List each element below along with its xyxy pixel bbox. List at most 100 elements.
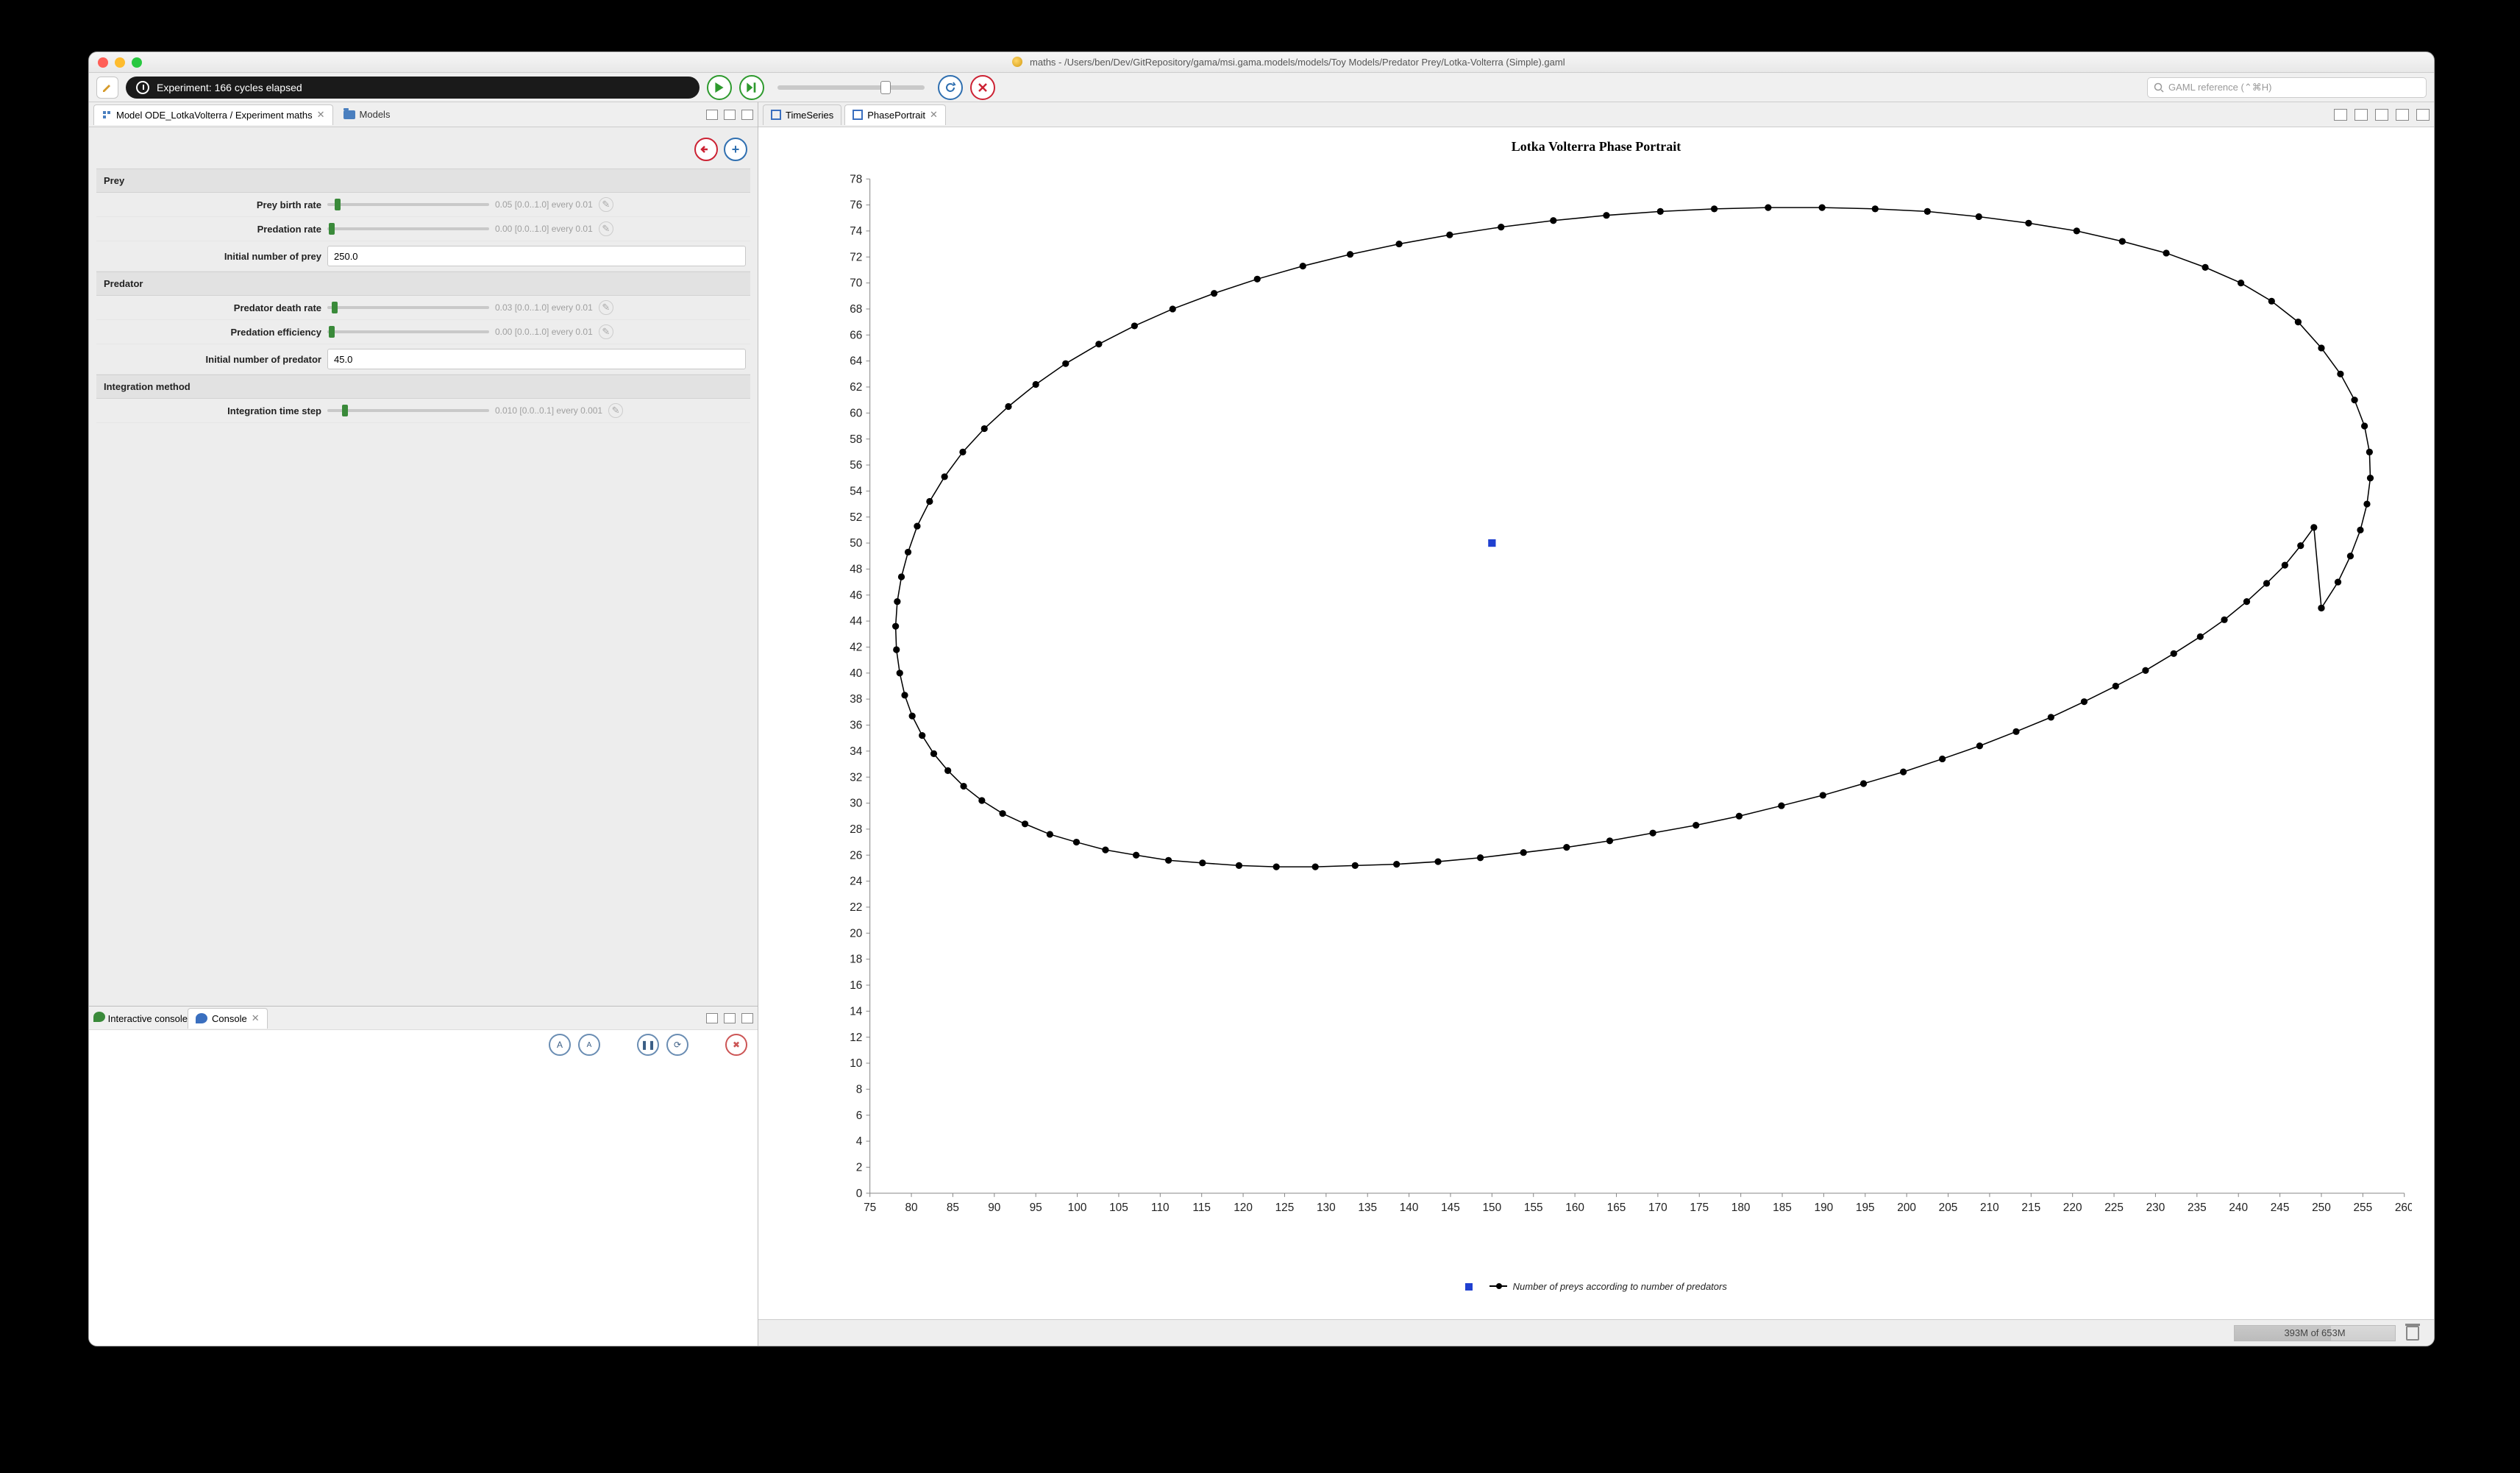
param-slider[interactable] — [327, 409, 489, 412]
revert-params-button[interactable] — [694, 138, 718, 161]
svg-text:190: 190 — [1815, 1202, 1834, 1214]
param-row: Prey birth rate0.05 [0.0..1.0] every 0.0… — [96, 193, 750, 217]
param-slider[interactable] — [327, 306, 489, 309]
console-tabbar: Interactive console Console ✕ — [89, 1006, 758, 1029]
close-tab-icon[interactable]: ✕ — [317, 109, 325, 121]
clock-icon — [136, 81, 149, 94]
memory-label: 393M of 653M — [2284, 1327, 2345, 1338]
param-slider[interactable] — [327, 330, 489, 333]
edit-source-button[interactable] — [96, 77, 118, 99]
close-tab-icon[interactable]: ✕ — [930, 109, 938, 121]
memory-bar[interactable]: 393M of 653M — [2234, 1325, 2396, 1341]
svg-text:135: 135 — [1358, 1202, 1377, 1214]
svg-text:0: 0 — [856, 1188, 863, 1200]
plot[interactable]: 0246810121416182022242628303234363840424… — [825, 171, 2412, 1238]
svg-text:235: 235 — [2188, 1202, 2207, 1214]
chat-icon — [196, 1013, 207, 1023]
svg-text:115: 115 — [1192, 1202, 1211, 1214]
param-slider[interactable] — [327, 227, 489, 230]
step-button[interactable] — [739, 75, 764, 100]
edit-param-icon[interactable]: ✎ — [599, 197, 613, 212]
window-controls — [98, 57, 142, 68]
stop-button[interactable] — [970, 75, 995, 100]
gc-button[interactable] — [2406, 1326, 2419, 1341]
close-tab-icon[interactable]: ✕ — [252, 1012, 260, 1024]
decrease-font-button[interactable]: A — [578, 1034, 600, 1056]
view-menu-icon[interactable] — [706, 110, 718, 120]
maximize-view-icon[interactable] — [741, 110, 753, 120]
svg-text:72: 72 — [850, 251, 862, 263]
svg-text:105: 105 — [1109, 1202, 1128, 1214]
svg-text:40: 40 — [850, 667, 862, 680]
svg-text:26: 26 — [850, 849, 862, 862]
pause-console-button[interactable]: ❚❚ — [637, 1034, 659, 1056]
svg-text:76: 76 — [850, 199, 862, 212]
svg-text:24: 24 — [850, 876, 863, 888]
svg-text:6: 6 — [856, 1110, 863, 1122]
add-param-button[interactable]: + — [724, 138, 747, 161]
svg-text:14: 14 — [850, 1005, 863, 1018]
display-icon — [771, 110, 781, 120]
tab-timeseries[interactable]: TimeSeries — [763, 104, 841, 125]
svg-text:130: 130 — [1317, 1202, 1336, 1214]
minimize-view-icon[interactable] — [724, 1013, 736, 1023]
minimize-view-icon[interactable] — [2396, 109, 2409, 121]
svg-text:62: 62 — [850, 381, 862, 394]
increase-font-button[interactable]: A — [549, 1034, 571, 1056]
snapshot-icon[interactable] — [2375, 109, 2388, 121]
reload-button[interactable] — [938, 75, 963, 100]
param-group-header[interactable]: Prey — [96, 168, 750, 193]
edit-param-icon[interactable]: ✎ — [599, 300, 613, 315]
svg-text:205: 205 — [1939, 1202, 1958, 1214]
svg-text:210: 210 — [1980, 1202, 1999, 1214]
param-group-header[interactable]: Predator — [96, 271, 750, 296]
toggle-overlay-icon[interactable] — [2334, 109, 2347, 121]
svg-text:10: 10 — [850, 1057, 862, 1070]
svg-text:80: 80 — [905, 1202, 917, 1214]
maximize-view-icon[interactable] — [741, 1013, 753, 1023]
tab-interactive-console[interactable]: Interactive console — [93, 1012, 188, 1024]
svg-text:160: 160 — [1565, 1202, 1584, 1214]
edit-param-icon[interactable]: ✎ — [599, 221, 613, 236]
toggle-side-icon[interactable] — [2355, 109, 2368, 121]
param-input[interactable] — [327, 246, 746, 266]
statusbar: 393M of 653M — [758, 1319, 2434, 1346]
tab-model-experiment[interactable]: Model ODE_LotkaVolterra / Experiment mat… — [93, 104, 333, 125]
svg-text:200: 200 — [1897, 1202, 1916, 1214]
experiment-status[interactable]: Experiment: 166 cycles elapsed — [126, 77, 700, 99]
param-row: Predation efficiency0.00 [0.0..1.0] ever… — [96, 320, 750, 344]
svg-text:56: 56 — [850, 459, 862, 472]
svg-text:140: 140 — [1400, 1202, 1419, 1214]
svg-text:58: 58 — [850, 433, 862, 446]
view-menu-icon[interactable] — [706, 1013, 718, 1023]
svg-text:52: 52 — [850, 511, 862, 524]
clear-console-button[interactable]: ✖ — [725, 1034, 747, 1056]
close-window-button[interactable] — [98, 57, 108, 68]
svg-text:2: 2 — [856, 1162, 863, 1174]
param-slider[interactable] — [327, 203, 489, 206]
right-panel: TimeSeries PhasePortrait ✕ Lotka Volterr… — [758, 102, 2434, 1346]
svg-text:100: 100 — [1068, 1202, 1087, 1214]
svg-text:38: 38 — [850, 693, 862, 706]
svg-text:42: 42 — [850, 642, 862, 654]
edit-param-icon[interactable]: ✎ — [608, 403, 623, 418]
svg-text:28: 28 — [850, 823, 862, 836]
run-button[interactable] — [707, 75, 732, 100]
param-label: Initial number of prey — [101, 251, 321, 262]
zoom-window-button[interactable] — [132, 57, 142, 68]
edit-param-icon[interactable]: ✎ — [599, 324, 613, 339]
refresh-console-button[interactable]: ⟳ — [666, 1034, 688, 1056]
tab-models[interactable]: Models — [336, 109, 398, 120]
console-body: A A ❚❚ ⟳ ✖ — [89, 1029, 758, 1346]
tab-console[interactable]: Console ✕ — [188, 1008, 268, 1029]
speed-slider[interactable] — [777, 85, 925, 90]
param-input[interactable] — [327, 349, 746, 369]
reference-search[interactable]: GAML reference (⌃⌘H) — [2147, 77, 2427, 98]
maximize-view-icon[interactable] — [2416, 109, 2430, 121]
svg-text:170: 170 — [1648, 1202, 1667, 1214]
svg-text:165: 165 — [1607, 1202, 1626, 1214]
minimize-window-button[interactable] — [115, 57, 125, 68]
tab-phaseportrait[interactable]: PhasePortrait ✕ — [844, 104, 946, 125]
param-group-header[interactable]: Integration method — [96, 375, 750, 399]
minimize-view-icon[interactable] — [724, 110, 736, 120]
